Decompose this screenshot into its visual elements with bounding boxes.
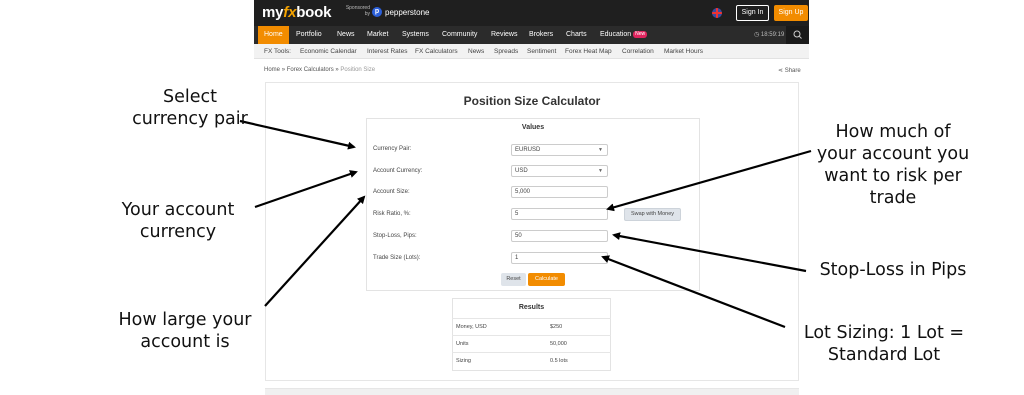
annotation-risk: How much of your account you want to ris… xyxy=(816,122,970,208)
annotation-account-currency: Your account currency xyxy=(121,200,235,242)
arrow-stop-loss xyxy=(612,232,807,273)
arrow-account-size xyxy=(264,195,366,307)
arrow-risk xyxy=(606,149,812,212)
annotation-stop-loss: Stop-Loss in Pips xyxy=(819,260,967,280)
annotation-lot-sizing: Lot Sizing: 1 Lot = Standard Lot xyxy=(803,323,965,365)
arrow-currency-pair xyxy=(239,119,356,150)
arrow-lot-sizing xyxy=(601,255,786,329)
annotation-account-size: How large your account is xyxy=(118,310,252,352)
arrow-account-currency xyxy=(254,170,358,209)
annotation-select-pair: Select currency pair xyxy=(132,87,248,129)
